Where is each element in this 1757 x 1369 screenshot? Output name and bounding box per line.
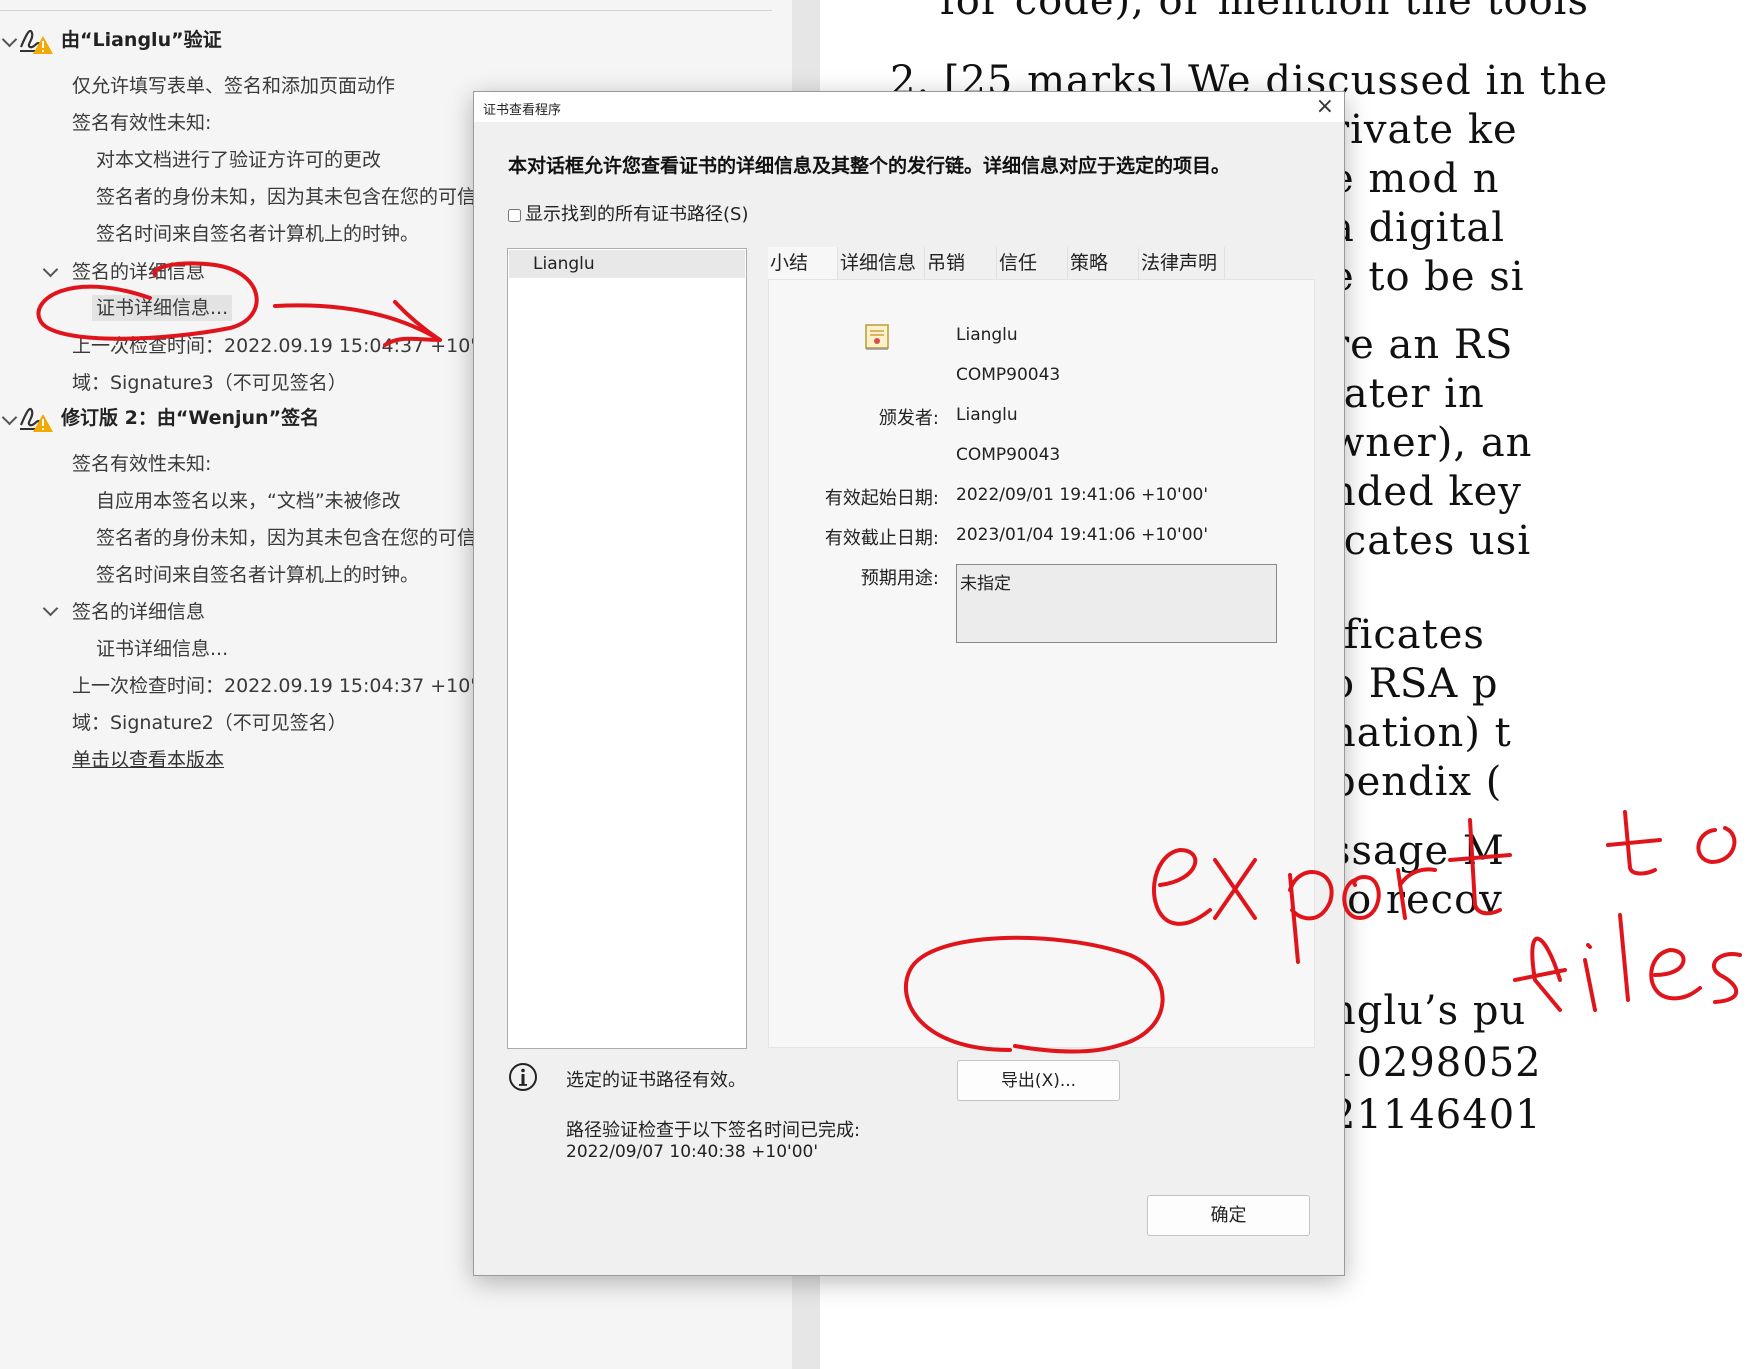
view-version-link[interactable]: 单击以查看本版本 [72,745,224,772]
pdf-text-line: e to be si [1330,254,1525,300]
tab-trust[interactable]: 信任 [997,247,1068,279]
path-check-time: 2022/09/07 10:40:38 +10'00' [566,1142,818,1162]
pdf-text-line: ssage M [1330,828,1505,874]
export-button[interactable]: 导出(X)... [957,1060,1120,1101]
valid-from-value: 2022/09/01 19:41:06 +10'00' [956,485,1208,505]
revision-header[interactable]: 修订版 2：由“Wenjun”签名 [61,403,319,430]
certificate-details-link[interactable]: 证书详细信息... [96,634,228,661]
pdf-text-line: to recov [1330,877,1503,923]
signature-permission: 仅允许填写表单、签名和添加页面动作 [72,75,396,97]
certificate-details-link[interactable]: 证书详细信息... [92,293,233,321]
subject-name: Lianglu [956,325,1018,345]
signature-identity-note: 签名者的身份未知，因为其未包含在您的可信 [96,527,477,549]
panel-divider [0,10,772,11]
tab-summary[interactable]: 小结 [768,247,838,279]
dialog-description: 本对话框允许您查看证书的详细信息及其整个的发行链。详细信息对应于选定的项目。 [508,155,1231,177]
pdf-text-line: nglu’s pu [1330,988,1527,1034]
signature-time-note: 签名时间来自签名者计算机上的时钟。 [96,223,420,245]
chain-item-lianglu[interactable]: Lianglu [509,250,745,278]
show-all-paths-checkbox[interactable]: 显示找到的所有证书路径(S) [508,200,748,226]
pdf-text-line: icates usi [1330,518,1532,564]
issuer-org: COMP90043 [956,445,1061,465]
dialog-titlebar[interactable]: 证书查看程序 × [474,92,1344,122]
tab-policies[interactable]: 策略 [1068,247,1139,279]
signature-field: 域：Signature2（不可见签名） [72,712,347,734]
signature-validity: 签名有效性未知: [72,112,212,134]
pdf-text-line: 21146401 [1330,1092,1542,1138]
signature-modified-note: 对本文档进行了验证方许可的更改 [96,149,382,171]
valid-from-label: 有效起始日期: [824,488,939,509]
certificate-chain-list[interactable]: Lianglu [507,248,747,1049]
signature-validity: 签名有效性未知: [72,453,212,475]
intended-usage-label: 预期用途: [860,568,939,589]
ok-button[interactable]: 确定 [1147,1195,1310,1236]
dialog-title: 证书查看程序 [483,103,562,118]
subject-org: COMP90043 [956,365,1061,385]
signature-details-toggle[interactable]: 签名的详细信息 [72,257,205,284]
last-checked-time: 上一次检查时间：2022.09.19 15:04:37 +10'00' [72,335,505,357]
details-chevron-icon[interactable] [42,600,59,617]
valid-to-label: 有效截止日期: [824,528,939,549]
pdf-text-line: re an RS [1330,322,1514,368]
pdf-text-line: rivate ke [1330,107,1518,153]
tab-legal-notice[interactable]: 法律声明 [1139,247,1225,279]
pdf-text-line: for code), or mention the tools [940,0,1590,24]
certificate-icon [865,324,889,350]
signature-details-toggle[interactable]: 签名的详细信息 [72,597,205,624]
path-valid-message: 选定的证书路径有效。 [566,1070,746,1091]
pdf-text-line: nation) t [1330,710,1512,756]
pdf-text-line: wner), an [1330,420,1533,466]
signature-not-modified-note: 自应用本签名以来，“文档”未被修改 [96,490,401,512]
pdf-text-line: nded key [1330,469,1522,515]
signature-header[interactable]: 由“Lianglu”验证 [61,25,222,52]
pdf-text-line: a digital [1330,205,1506,251]
show-all-paths-label: 显示找到的所有证书路径(S) [525,204,749,225]
path-check-message: 路径验证检查于以下签名时间已完成: [566,1120,861,1141]
details-chevron-icon[interactable] [42,261,59,278]
pdf-text-line: ificates [1330,612,1485,658]
last-checked-time: 上一次检查时间：2022.09.19 15:04:37 +10'00' [72,675,505,697]
collapse-chevron-icon[interactable] [1,31,18,48]
show-all-paths-check[interactable] [508,208,521,222]
pdf-text-line: e mod n [1330,156,1500,202]
signature-warning-icon [19,407,53,432]
tab-revocation[interactable]: 吊销 [925,247,997,279]
issuer-label: 颁发者: [878,408,939,429]
collapse-chevron-icon[interactable] [1,409,18,426]
pdf-text-line: later in [1330,371,1485,417]
signature-time-note: 签名时间来自签名者计算机上的时钟。 [96,564,420,586]
summary-panel: Lianglu COMP90043 颁发者: Lianglu COMP90043… [768,279,1315,1101]
pdf-text-line: pendix ( [1330,759,1503,805]
signature-identity-note: 签名者的身份未知，因为其未包含在您的可信 [96,186,477,208]
info-icon [509,1063,537,1091]
signature-warning-icon [19,29,53,54]
signature-field: 域：Signature3（不可见签名） [72,372,347,394]
close-icon[interactable]: × [1316,94,1334,119]
pdf-text-line: 10298052 [1330,1040,1542,1086]
tab-details[interactable]: 详细信息 [838,247,925,279]
issuer-name: Lianglu [956,405,1018,425]
intended-usage-box[interactable]: 未指定 [956,564,1277,643]
certificate-viewer-dialog: 证书查看程序 × 本对话框允许您查看证书的详细信息及其整个的发行链。详细信息对应… [473,91,1345,1276]
certificate-details-label: 证书详细信息... [92,295,233,321]
valid-to-value: 2023/01/04 19:41:06 +10'00' [956,525,1208,545]
pdf-text-line: o RSA p [1330,661,1499,707]
